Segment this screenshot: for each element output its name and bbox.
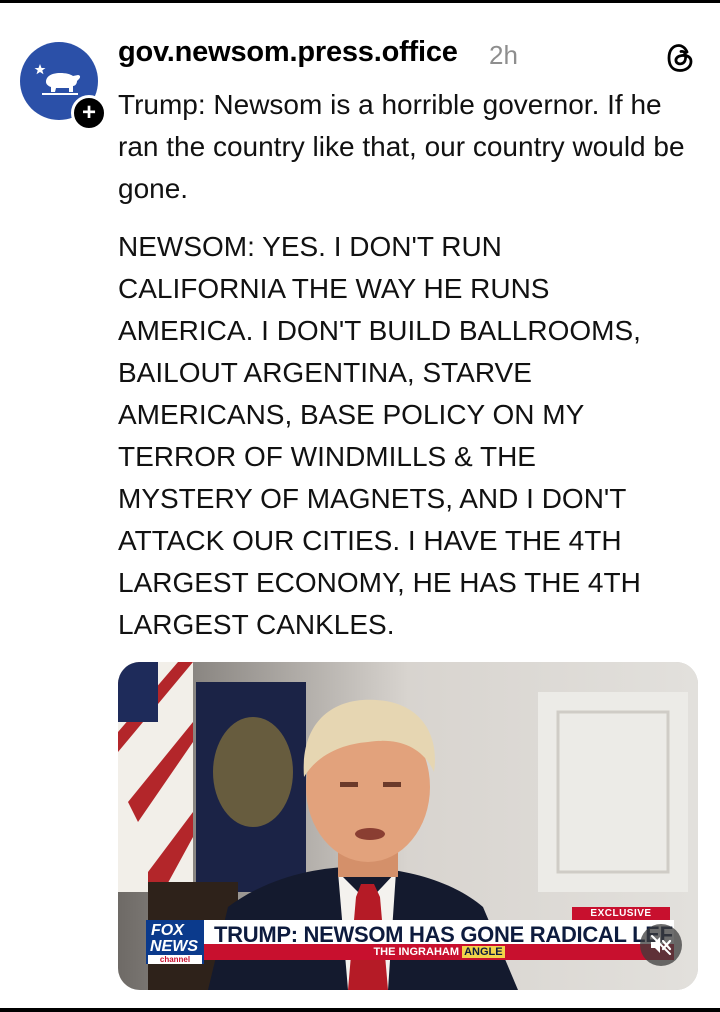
threads-icon[interactable] [665,42,695,74]
fox-news-logo: FOX NEWS channel [146,920,204,964]
mute-toggle-button[interactable] [640,924,682,966]
logo-line-channel: channel [148,955,202,964]
show-name-prefix: THE INGRAHAM [373,946,459,958]
show-name-suffix: ANGLE [462,946,505,958]
news-chyron: FOX NEWS channel TRUMP: NEWSOM HAS GONE … [146,920,674,964]
post-text-paragraph-2: NEWSOM: YES. I DON'T RUN CALIFORNIA THE … [118,231,641,640]
muted-speaker-icon [651,935,672,955]
bottom-divider [0,1008,720,1012]
post-text-paragraph-1: Trump: Newsom is a horrible governor. If… [118,89,685,204]
follow-button[interactable]: + [71,95,107,131]
post-timestamp: 2h [489,40,518,70]
logo-line-news: NEWS [150,938,198,955]
exclusive-banner: EXCLUSIVE [572,907,670,920]
show-name-bar: THE INGRAHAM ANGLE [204,944,674,960]
logo-line-fox: FOX [151,922,184,939]
post-author-username[interactable]: gov.newsom.press.office [118,36,458,69]
california-bear-icon [34,64,81,95]
top-divider [0,0,720,3]
video-thumbnail[interactable]: EXCLUSIVE FOX NEWS channel TRUMP: NEWSOM… [118,662,698,990]
